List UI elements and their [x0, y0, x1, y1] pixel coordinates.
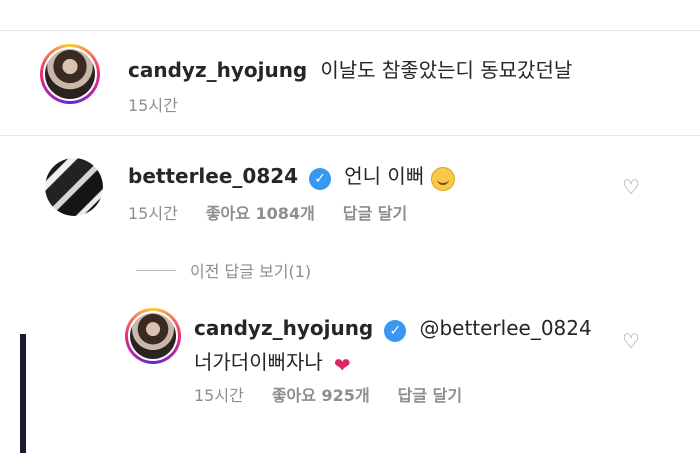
reply-mention[interactable]: @betterlee_0824: [419, 316, 591, 340]
reply-reply-button[interactable]: 답글 달기: [398, 382, 462, 406]
caption-username[interactable]: candyz_hyojung: [128, 58, 307, 82]
comment-username[interactable]: betterlee_0824: [128, 164, 298, 188]
heart-outline-icon[interactable]: ♡: [620, 176, 642, 198]
replies-line: [136, 269, 176, 271]
red-heart-emoji-icon: ❤: [333, 352, 351, 377]
caption-line: candyz_hyojung 이날도 참좋았는디 동묘갔던날: [128, 54, 572, 83]
comment-avatar[interactable]: [45, 158, 103, 216]
reply-avatar[interactable]: [125, 308, 181, 364]
comment-likes[interactable]: 좋아요 1084개: [206, 200, 315, 224]
view-previous-replies[interactable]: 이전 답글 보기(1): [136, 258, 311, 282]
reply-text-line: 너가더이뻐자나 ❤: [194, 346, 351, 377]
comment-text: 언니 이뻐: [344, 164, 425, 188]
caption-divider: [0, 135, 700, 136]
left-edge-bar: [20, 334, 26, 453]
comment-reply-button[interactable]: 답글 달기: [343, 200, 407, 224]
smiling-emoji-icon: [431, 166, 456, 191]
comment-line: betterlee_0824 ✓ 언니 이뻐: [128, 160, 456, 191]
reply-line: candyz_hyojung ✓ @betterlee_0824: [194, 316, 592, 342]
comment-meta: 15시간 좋아요 1084개 답글 달기: [128, 200, 407, 224]
view-previous-replies-label[interactable]: 이전 답글 보기(1): [190, 258, 311, 282]
comment-time: 15시간: [128, 204, 178, 223]
verified-badge-icon: ✓: [384, 319, 407, 342]
reply-text: 너가더이뻐자나: [194, 350, 323, 374]
verified-badge-icon: ✓: [309, 167, 332, 190]
caption-text: 이날도 참좋았는디 동묘갔던날: [320, 58, 573, 82]
reply-time: 15시간: [194, 386, 244, 405]
reply-likes[interactable]: 좋아요 925개: [272, 382, 370, 406]
reply-meta: 15시간 좋아요 925개 답글 달기: [194, 382, 462, 406]
caption-meta: 15시간: [128, 92, 178, 116]
caption-time: 15시간: [128, 96, 178, 115]
top-divider: [0, 30, 700, 31]
reply-username[interactable]: candyz_hyojung: [194, 316, 373, 340]
heart-outline-icon[interactable]: ♡: [620, 330, 642, 352]
caption-avatar[interactable]: [40, 44, 100, 104]
